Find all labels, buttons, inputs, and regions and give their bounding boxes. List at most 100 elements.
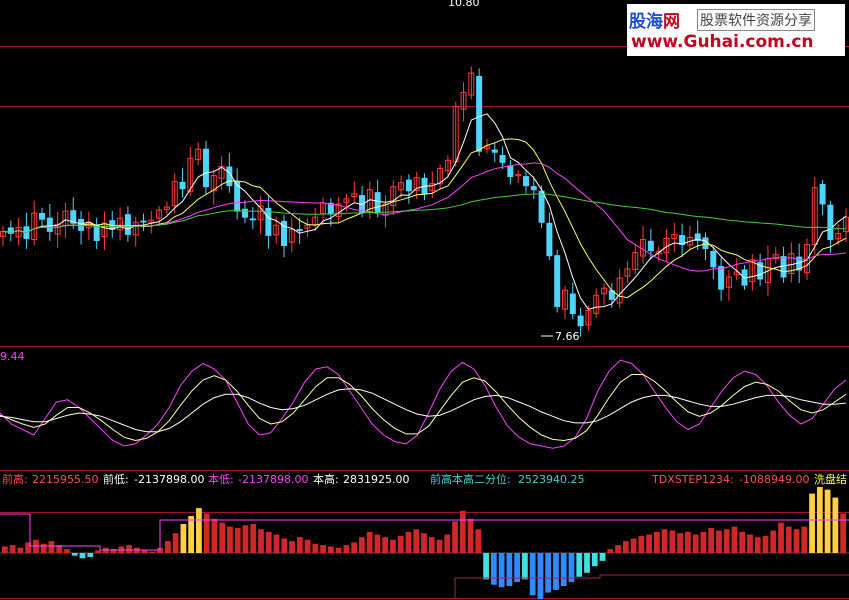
histogram-bar-63: [490, 553, 497, 585]
histogram-bar-27: [211, 518, 218, 553]
osc-value-label: 9.44: [0, 350, 25, 363]
candle-body-71: [554, 255, 561, 307]
brand-name: 股海网: [629, 7, 680, 32]
candle-body-5: [39, 212, 46, 220]
candle-body-29: [226, 166, 233, 187]
histogram-bar-54: [421, 533, 427, 553]
histogram-bar-16: [126, 545, 132, 553]
candle-body-105: [819, 184, 826, 205]
oscillator-lines: [0, 359, 847, 449]
histogram-bars: [0, 487, 849, 600]
histogram-bar-93: [723, 529, 730, 553]
watermark-logo: 股海网 股票软件资源分享 www.Guhai.com.cn: [627, 4, 845, 56]
histogram-bar-18: [141, 550, 148, 553]
histogram-bar-95: [739, 531, 746, 553]
histogram-bar-52: [405, 531, 412, 553]
low-price-label: 7.66: [555, 330, 580, 343]
histogram-bar-55: [428, 537, 435, 553]
histogram-bar-100: [778, 522, 784, 553]
histogram-bar-85: [661, 529, 668, 553]
histogram-bar-78: [607, 549, 614, 553]
histogram-bar-48: [374, 534, 381, 553]
histogram-bar-56: [436, 539, 443, 553]
histogram-bar-8: [64, 549, 70, 553]
candle-body-23: [179, 181, 186, 190]
histogram-bar-94: [731, 526, 738, 553]
histogram-bar-37: [289, 541, 295, 553]
histogram-bar-34: [265, 531, 272, 553]
histogram-bar-64: [498, 553, 505, 588]
cur-low-value: -2137898.00: [238, 473, 308, 486]
histogram-bar-38: [296, 537, 303, 553]
histogram-bar-41: [320, 545, 326, 553]
histogram-bar-80: [622, 541, 629, 553]
chart-canvas: 10.80 7.66 9.44 前高: 2215955.50 前低: -2137…: [0, 0, 849, 600]
histogram-bar-91: [708, 527, 715, 553]
grid-lines: [0, 46, 849, 599]
histogram-bar-42: [327, 546, 334, 553]
histogram-bar-61: [475, 529, 482, 553]
candle-body-73: [569, 293, 576, 315]
histogram-bar-25: [196, 508, 202, 553]
candle-body-65: [507, 165, 514, 178]
osc-line-1: [0, 374, 847, 442]
histogram-bar-35: [273, 534, 280, 553]
histogram-bar-31: [242, 525, 249, 553]
bottom-header: 前高: 2215955.50 前低: -2137898.00 本低: -2137…: [2, 472, 847, 486]
candle-body-92: [718, 266, 725, 290]
histogram-bar-10: [79, 553, 86, 559]
histogram-bar-67: [522, 553, 528, 580]
candle-body-70: [546, 222, 553, 257]
cur-high-value: 2831925.00: [343, 473, 409, 486]
histogram-bar-75: [584, 553, 590, 573]
histogram-bar-98: [762, 535, 769, 553]
histogram-bar-1: [9, 545, 16, 553]
histogram-bar-45: [351, 542, 358, 553]
histogram-bar-88: [685, 531, 691, 553]
histogram-bar-49: [382, 537, 389, 553]
candle-body-32: [249, 218, 256, 221]
histogram-bar-101: [785, 526, 792, 553]
histogram-bar-39: [304, 539, 311, 553]
step-value: -1088949.00: [739, 473, 809, 486]
histogram-bar-57: [444, 534, 451, 553]
histogram-bar-0: [2, 546, 8, 553]
brand-tagline: 股票软件资源分享: [697, 9, 815, 31]
candle-body-69: [538, 190, 545, 223]
histogram-bar-5: [40, 543, 47, 553]
histogram-bar-70: [545, 553, 552, 593]
cur-high-label: 本高:: [313, 472, 339, 486]
candle-body-74: [577, 315, 584, 327]
histogram-bar-33: [258, 529, 264, 553]
chart-stage: 10.80 7.66 9.44 前高: 2215955.50 前低: -2137…: [0, 0, 849, 600]
histogram-bar-26: [203, 513, 210, 553]
candle-body-63: [491, 149, 498, 153]
histogram-bar-96: [747, 534, 753, 553]
histogram-bar-83: [646, 534, 652, 553]
prev-low-value: -2137898.00: [134, 473, 204, 486]
osc-line-0: [0, 359, 847, 449]
quantile-label: 前高本高二分位:: [430, 472, 511, 486]
histogram-bar-72: [560, 553, 567, 586]
candle-body-12: [93, 224, 100, 241]
histogram-bar-50: [390, 539, 396, 553]
cur-low-label: 本低:: [208, 472, 234, 486]
histogram-bar-60: [467, 518, 474, 553]
histogram-bar-2: [17, 547, 24, 553]
high-price-label: 10.80: [448, 0, 480, 9]
histogram-bar-102: [793, 529, 800, 553]
histogram-bar-62: [483, 553, 489, 580]
prev-low-label: 前低:: [103, 472, 129, 486]
histogram-bar-107: [832, 497, 839, 553]
histogram-bar-82: [638, 535, 645, 553]
candle-body-34: [265, 207, 272, 236]
candle-body-26: [202, 148, 209, 188]
histogram-bar-6: [48, 541, 55, 553]
histogram-bar-104: [809, 493, 815, 553]
step-label: TDXSTEP1234:: [651, 473, 734, 486]
candle-body-83: [647, 240, 654, 252]
histogram-bar-79: [615, 545, 621, 553]
histogram-bar-23: [180, 523, 187, 553]
candle-body-106: [827, 204, 834, 240]
prev-high-label: 前高:: [2, 472, 28, 486]
